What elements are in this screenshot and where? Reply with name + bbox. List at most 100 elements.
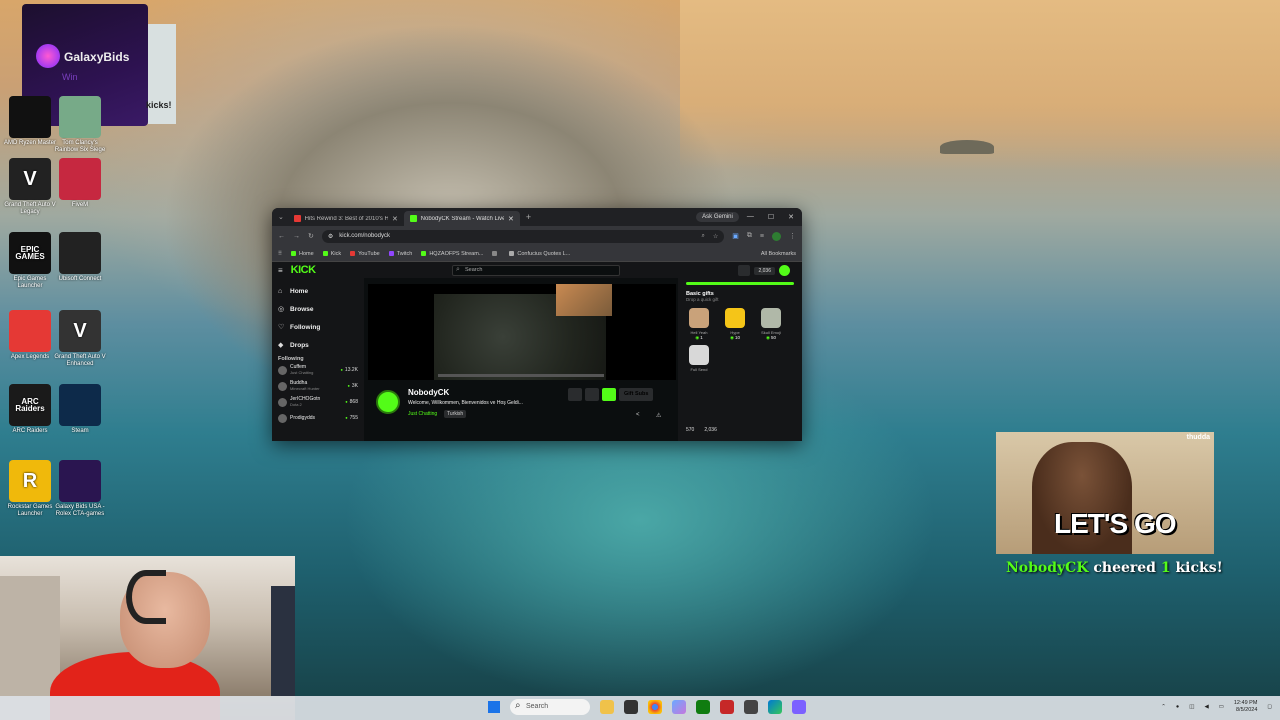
site-info-icon[interactable]: ⚙ — [328, 233, 333, 240]
volume-icon[interactable]: ◀ — [1204, 704, 1208, 710]
gift-subs-button[interactable]: Gift Subs — [619, 388, 654, 401]
kick-box-icon[interactable] — [738, 265, 751, 276]
desktop-icon-gta-v-enhanced[interactable]: V Grand Theft Auto V Enhanced — [54, 310, 106, 368]
heart-button[interactable] — [585, 388, 599, 401]
bookmark-item[interactable] — [492, 251, 500, 257]
copilot-icon[interactable] — [672, 700, 686, 714]
report-icon[interactable]: ⚠ — [656, 412, 661, 419]
notify-button[interactable] — [568, 388, 582, 401]
video-player[interactable] — [368, 284, 676, 380]
back-icon[interactable]: ← — [278, 233, 285, 240]
battery-icon[interactable]: ▭ — [1219, 704, 1224, 710]
nav-home[interactable]: ⌂ Home — [278, 282, 358, 300]
chrome-icon[interactable] — [648, 700, 662, 714]
stream-tag[interactable]: Turkish — [444, 410, 467, 418]
edge-icon[interactable] — [768, 700, 782, 714]
tab-search-icon[interactable]: ⌄ — [278, 213, 284, 221]
nav-browse[interactable]: ◎ Browse — [278, 300, 358, 318]
channel-meta: Prodigydds — [290, 415, 342, 421]
bookmark-item[interactable]: HQZAOFPS Stream... — [421, 251, 483, 257]
file-explorer-icon[interactable] — [600, 700, 614, 714]
desktop-icon-apex-legends[interactable]: Apex Legends — [4, 310, 56, 361]
mic-icon[interactable]: ● — [1176, 704, 1179, 710]
extensions-puzzle-icon[interactable]: ⧉ — [747, 232, 752, 240]
minimize-icon[interactable]: — — [747, 213, 754, 221]
taskbar-clock[interactable]: 12:49 PM 8/5/2024 — [1234, 700, 1258, 714]
desktop-icon-gta-v-legacy[interactable]: V Grand Theft Auto V Legacy — [4, 158, 56, 216]
obs-icon[interactable] — [792, 700, 806, 714]
nav-label: Following — [290, 323, 321, 331]
desktop-icon-galaxy-bids[interactable]: Galaxy Bids USA - Rolex CTA-games — [54, 460, 106, 518]
tray-chevron-icon[interactable]: ⌃ — [1161, 704, 1166, 710]
xbox-icon[interactable] — [696, 700, 710, 714]
bookmark-star-icon[interactable]: ☆ — [713, 233, 718, 240]
desktop-icon-ubisoft[interactable]: Ubisoft Connect — [54, 232, 106, 283]
channel-avatar — [278, 413, 287, 423]
bookmark-item[interactable]: YouTube — [350, 251, 380, 257]
gift-item[interactable]: Hell Yeah1 — [686, 308, 712, 341]
gift-item[interactable]: Skull Emoji50 — [758, 308, 784, 341]
bookmark-item[interactable]: Kick — [322, 251, 341, 257]
start-button[interactable] — [488, 701, 500, 713]
monitor — [271, 586, 295, 696]
game-icon[interactable] — [720, 700, 734, 714]
close-tab-icon[interactable]: ✕ — [392, 215, 398, 223]
gift-item[interactable]: Hype10 — [722, 308, 748, 341]
profile-avatar[interactable] — [772, 231, 781, 241]
following-item[interactable]: JerICHOGotnDota 2868 — [278, 394, 358, 410]
desktop-icon-rockstar[interactable]: R Rockstar Games Launcher — [4, 460, 56, 518]
desktop-icon-rainbow-six[interactable]: Tom Clancy's Rainbow Six Siege — [54, 96, 106, 154]
viewer-count: 13.2K — [341, 367, 358, 373]
streamer-name[interactable]: NobodyCK — [408, 388, 449, 397]
maximize-icon[interactable]: ☐ — [768, 213, 774, 221]
kick-logo[interactable]: KICK — [291, 264, 316, 276]
forward-icon[interactable]: → — [293, 233, 300, 240]
all-bookmarks-link[interactable]: All Bookmarks — [761, 251, 796, 257]
apps-grid-icon[interactable]: ⠿ — [278, 251, 282, 257]
reload-icon[interactable]: ↻ — [308, 232, 314, 240]
close-tab-icon[interactable]: ✕ — [508, 215, 514, 223]
address-bar[interactable]: ⚙ kick.com/nobodyck ⌕ ☆ — [321, 229, 725, 243]
network-icon[interactable]: ◫ — [1189, 704, 1194, 710]
taskbar-search[interactable]: Search — [510, 698, 590, 715]
desktop-icon-fivem[interactable]: FiveM — [54, 158, 106, 209]
cheer-message: NobodyCK cheered 1 kicks! — [1006, 560, 1223, 576]
ask-gemini-button[interactable]: Ask Gemini — [696, 212, 739, 222]
menu-dots-icon[interactable]: ⋮ — [789, 232, 796, 240]
follow-button[interactable] — [602, 388, 616, 401]
gift-item[interactable]: Full Send — [686, 345, 712, 372]
hamburger-menu-icon[interactable]: ≡ — [278, 266, 283, 275]
streamer-avatar[interactable] — [376, 390, 400, 414]
cast-icon[interactable]: ≡ — [760, 233, 764, 240]
following-item[interactable]: CuffemJust Chatting13.2K — [278, 362, 358, 378]
stream-category[interactable]: Just Chatting — [408, 411, 437, 417]
new-tab-icon[interactable]: + — [526, 212, 531, 222]
extension-icon[interactable]: ▣ — [732, 232, 739, 240]
tab-hits-rewind[interactable]: Hits Rewind 3: Best of 2010's H ✕ — [288, 211, 404, 226]
following-item[interactable]: Prodigydds 755 — [278, 410, 358, 426]
url-text: kick.com/nobodyck — [339, 233, 390, 239]
nav-following[interactable]: ♡ Following — [278, 318, 358, 336]
share-icon[interactable]: < — [636, 412, 640, 418]
kick-user-avatar[interactable] — [779, 265, 790, 276]
notification-icon[interactable]: ◻ — [1267, 704, 1272, 710]
following-item[interactable]: BuddhaMinecraft Hunter3K — [278, 378, 358, 394]
app-icon[interactable] — [744, 700, 758, 714]
kick-search-input[interactable]: Search — [452, 265, 620, 276]
desktop-icon-steam[interactable]: Steam — [54, 384, 106, 435]
bookmark-item[interactable]: Confucius Quotes L... — [509, 251, 570, 257]
terminal-icon[interactable] — [624, 700, 638, 714]
alert-brand: thudda — [1186, 434, 1210, 441]
zoom-icon[interactable]: ⌕ — [702, 233, 705, 240]
video-progress-bar[interactable] — [438, 374, 604, 377]
close-window-icon[interactable]: ✕ — [788, 213, 794, 221]
desktop-icon-arc-raiders[interactable]: ARC Raiders ARC Raiders — [4, 384, 56, 435]
bookmark-item[interactable]: Home — [291, 251, 314, 257]
tab-nobodyck[interactable]: NobodyCK Stream - Watch Live ✕ — [403, 211, 520, 226]
nav-drops[interactable]: ◆ Drops — [278, 336, 358, 354]
bookmark-item[interactable]: Twitch — [388, 251, 412, 257]
desktop-icon-epic-games[interactable]: EPIC GAMES Epic Games Launcher — [4, 232, 56, 290]
browser-window[interactable]: ⌄ Hits Rewind 3: Best of 2010's H ✕ Nobo… — [272, 208, 802, 441]
kick-coins[interactable]: 2,036 — [754, 266, 775, 275]
desktop-icon-amd-ryzen[interactable]: AMD Ryzen Master — [4, 96, 56, 147]
